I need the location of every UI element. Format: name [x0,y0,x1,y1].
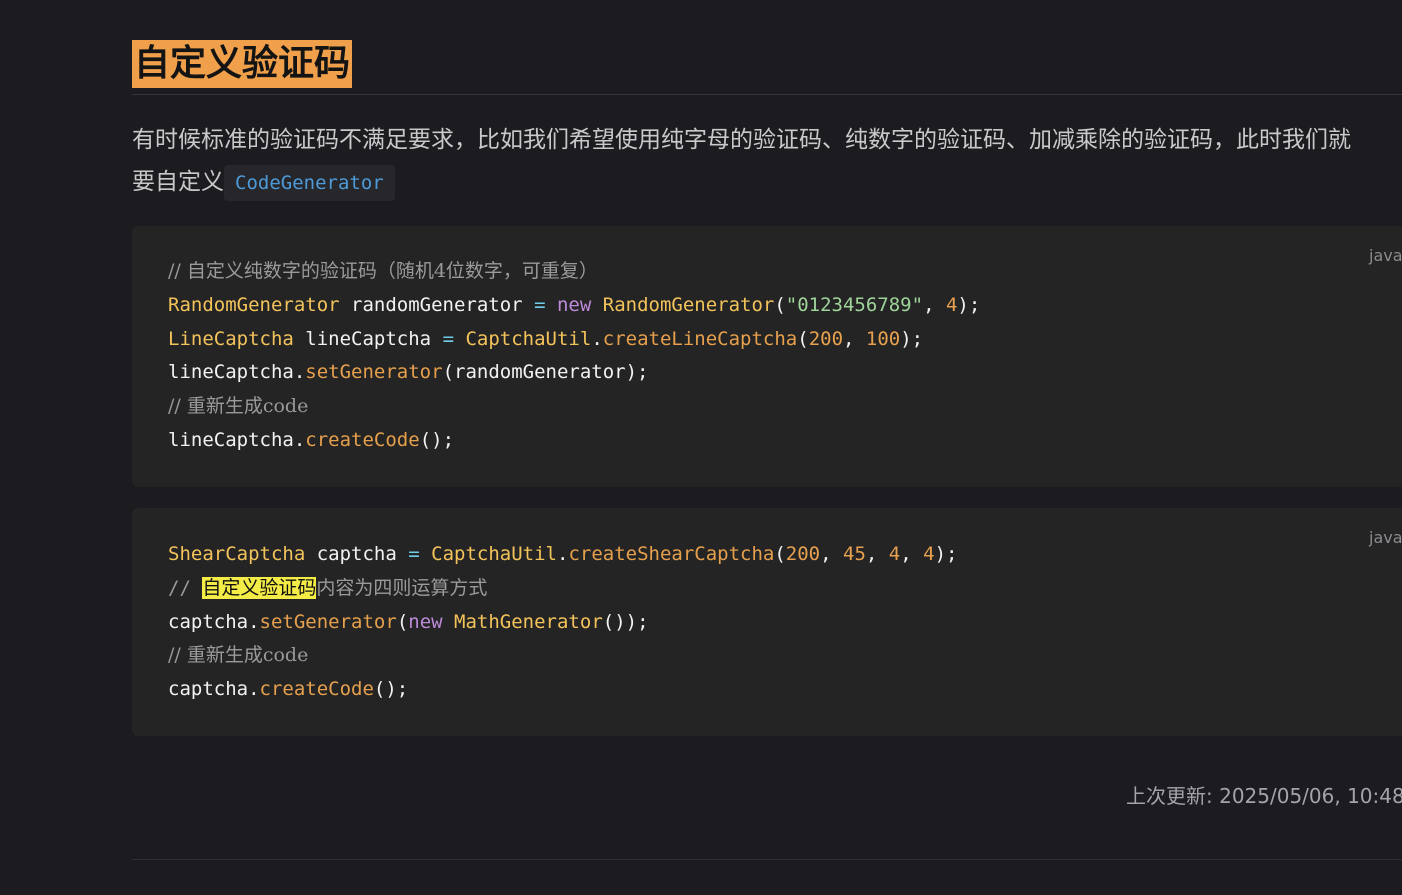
code-token: createShearCaptcha [568,543,775,565]
code-token: 4 [923,543,935,565]
code-block-2[interactable]: java ShearCaptcha captcha = CaptchaUtil.… [132,508,1402,736]
code-token: CaptchaUtil [431,543,557,565]
code-token: ( [797,327,809,350]
code-token: 200 [808,327,844,350]
code-token: (); [373,678,409,701]
code-token: , [820,543,844,565]
code-token: lineCaptcha [168,428,294,451]
code-token: ShearCaptcha [168,543,306,565]
code-token: , [923,293,946,316]
code-token: (randomGenerator); [442,361,649,384]
code-line: captcha.setGenerator(new MathGenerator()… [168,606,957,640]
code-lang-label: java [1369,528,1402,547]
intro-line-1: 有时候标准的验证码不满足要求，比如我们希望使用纯字母的验证码、纯数字的验证码、加… [132,127,1351,153]
intro-paragraph: 有时候标准的验证码不满足要求，比如我们希望使用纯字母的验证码、纯数字的验证码、加… [132,119,1402,203]
code-token: , [900,543,924,565]
search-highlight: 自定义验证码 [202,576,317,599]
code-token: , [865,543,889,565]
code-token: . [556,543,569,565]
code-token: lineCaptcha [168,361,294,384]
code-token: createCode [305,428,420,451]
code-token: . [248,678,260,701]
code-token: ); [934,543,958,565]
code-token: . [591,327,603,350]
code-token: setGenerator [259,610,397,633]
code-token: "0123456789" [785,293,924,316]
intro-line-2: 要自定义 CodeGenerator [132,161,1402,203]
code-token: ); [957,293,981,316]
code-token: createLineCaptcha [602,327,798,350]
code-token: (); [419,428,455,451]
code-token: , [843,327,866,350]
code-line: // 重新生成code [168,639,957,673]
code-body[interactable]: ShearCaptcha captcha = CaptchaUtil.creat… [168,538,957,707]
code-token: 内容为四则运算方式 [316,576,488,599]
code-token: lineCaptcha [293,327,443,350]
code-token: new [408,610,443,633]
code-token: 45 [843,543,866,565]
code-token: LineCaptcha [168,327,294,350]
code-token: MathGenerator [454,610,603,633]
code-line: // 自定义验证码内容为四则运算方式 [168,572,957,606]
intro-line-2-prefix: 要自定义 [132,169,224,195]
code-token: // 自定义纯数字的验证码（随机4位数字，可重复） [168,260,598,282]
code-line: lineCaptcha.createCode(); [168,424,980,458]
code-token: 4 [888,543,901,565]
code-body[interactable]: // 自定义纯数字的验证码（随机4位数字，可重复） RandomGenerator… [168,255,980,458]
code-token: captcha [305,543,409,565]
last-updated: 上次更新: 2025/05/06, 10:48:5 [1126,784,1402,808]
code-token: ( [396,610,409,633]
code-token: CaptchaUtil [465,327,592,350]
code-block-1[interactable]: java // 自定义纯数字的验证码（随机4位数字，可重复） RandomGene… [132,226,1402,487]
code-token: // [168,576,203,599]
code-token: createCode [259,678,374,701]
inline-code-term: CodeGenerator [224,165,395,201]
code-token: // 重新生成code [168,395,309,418]
code-token: // 重新生成code [168,644,309,667]
code-token: ( [774,543,786,565]
code-lang-label: java [1369,246,1402,265]
code-line: RandomGenerator randomGenerator = new Ra… [168,289,980,323]
code-token: RandomGenerator [602,293,775,316]
code-token: ( [774,293,786,316]
code-token: 4 [945,293,958,316]
divider [132,859,1402,860]
page-title: 自定义验证码 [132,40,353,88]
code-token: 200 [785,543,821,565]
code-token: randomGenerator [339,293,535,316]
code-line: // 重新生成code [168,390,980,424]
code-line: // 自定义纯数字的验证码（随机4位数字，可重复） [168,255,980,289]
code-token: = [534,293,546,316]
code-line: lineCaptcha.setGenerator(randomGenerator… [168,356,980,390]
code-token: captcha [168,678,249,701]
code-line: ShearCaptcha captcha = CaptchaUtil.creat… [168,538,957,572]
article-content: 自定义验证码 有时候标准的验证码不满足要求，比如我们希望使用纯字母的验证码、纯数… [132,0,1402,895]
code-token: setGenerator [305,361,443,384]
code-token: ()); [602,610,649,633]
code-token: . [293,361,306,384]
code-token: new [556,293,592,316]
heading-row: 自定义验证码 [132,40,1402,95]
code-token: . [248,610,260,633]
code-token: . [293,428,306,451]
code-token: ); [900,327,924,350]
code-line: captcha.createCode(); [168,673,957,707]
code-token: RandomGenerator [168,293,340,316]
code-token: = [442,327,455,350]
code-line: LineCaptcha lineCaptcha = CaptchaUtil.cr… [168,323,980,357]
code-token: captcha [168,610,249,633]
code-token: = [408,543,420,565]
code-token: 100 [865,327,901,350]
